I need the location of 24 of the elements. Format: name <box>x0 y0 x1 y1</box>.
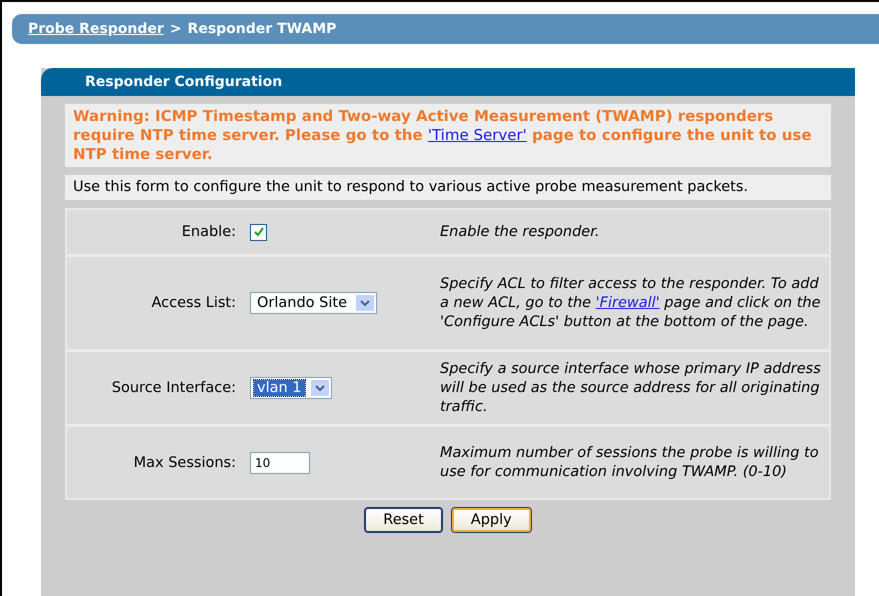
link[interactable]: 'Time Server' <box>428 126 527 144</box>
checkmark-icon <box>252 226 264 238</box>
form-button[interactable]: Apply <box>452 508 531 532</box>
field-description: Enable the responder. <box>440 222 600 242</box>
link[interactable]: 'Firewall' <box>596 294 660 310</box>
form-button[interactable]: Reset <box>365 508 442 532</box>
field-label: Source Interface: <box>110 380 237 396</box>
dropdown[interactable]: vlan 1 <box>250 377 332 399</box>
breadcrumb-separator: > <box>170 21 182 37</box>
field-description: Specify ACL to filter access to the responder. To add a new ACL, go to the 'Firewall' page and click on the 'Configure ACLs' button at the bottom of the page. <box>440 274 822 332</box>
page-title: Responder TWAMP <box>188 21 336 37</box>
field-label: Access List: <box>150 295 237 311</box>
chevron-down-icon <box>356 295 374 311</box>
input-field[interactable]: 10 <box>250 452 310 474</box>
chevron-down-icon <box>310 380 329 396</box>
warning-message: Warning: ICMP Timestamp and Two-way Active Measurement (TWAMP) responders require NTP time server. Please go to the 'Time Server' page to configure the unit to use NTP time server. <box>65 104 831 167</box>
field-description: Specify a source interface whose primary IP address will be used as the source address for all originating traffic. <box>440 360 822 416</box>
field-label: Enable: <box>180 224 237 240</box>
field-description: Maximum number of sessions the probe is willing to use for communication involving TWAMP. (0-10) <box>440 444 820 482</box>
checkbox[interactable] <box>250 224 267 240</box>
panel-title: Responder Configuration <box>41 68 855 96</box>
field-label: Max Sessions: <box>132 454 237 470</box>
dropdown[interactable]: Orlando Site <box>250 292 378 314</box>
intro-text: Use this form to configure the unit to respond to various active probe measurement packets. <box>65 175 831 200</box>
